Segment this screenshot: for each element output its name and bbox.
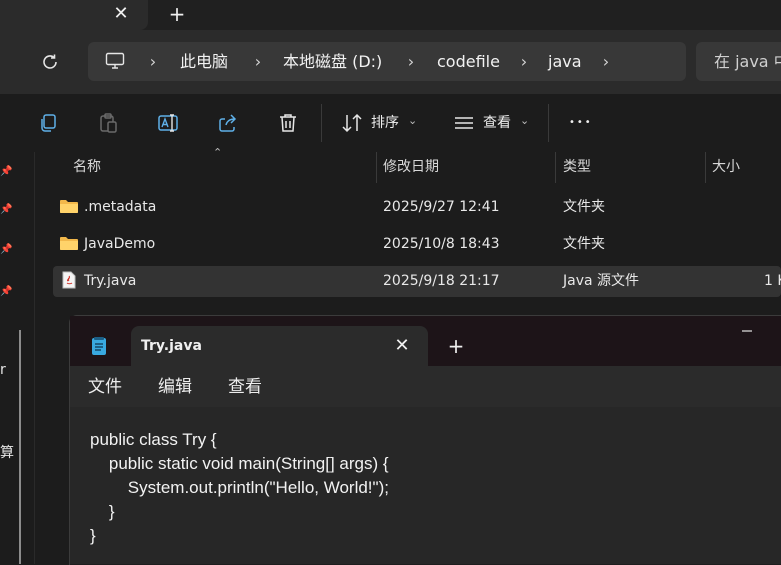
computer-icon — [105, 52, 125, 70]
toolbar-divider — [548, 104, 549, 142]
code-line: System.out.println("Hello, World!"); — [90, 478, 389, 497]
pin-icon: 📌 — [0, 166, 13, 177]
file-modified: 2025/9/27 12:41 — [383, 199, 500, 215]
code-line: } — [90, 502, 115, 521]
java-file-icon — [62, 271, 76, 289]
file-modified: 2025/9/18 21:17 — [383, 273, 500, 289]
nav-item-fragment[interactable]: r — [0, 362, 6, 378]
chevron-down-icon[interactable]: ⌄ — [520, 114, 529, 127]
paste-icon[interactable] — [96, 111, 120, 135]
address-bar[interactable] — [88, 42, 686, 81]
sort-button[interactable]: 排序 — [371, 113, 399, 133]
notepad-icon — [91, 336, 107, 356]
chevron-right-icon[interactable]: › — [518, 51, 530, 73]
toolbar-divider — [321, 104, 322, 142]
file-row[interactable]: .metadata 2025/9/27 12:41 文件夹 — [53, 192, 781, 223]
new-tab-button[interactable]: + — [166, 3, 188, 25]
column-divider[interactable] — [555, 152, 556, 183]
file-name: JavaDemo — [84, 236, 156, 252]
menu-file[interactable]: 文件 — [88, 376, 122, 398]
file-name: Try.java — [84, 273, 137, 289]
chevron-right-icon[interactable]: › — [600, 51, 612, 73]
folder-icon — [60, 199, 78, 213]
sort-ascending-icon: ⌃ — [213, 146, 223, 159]
column-divider[interactable] — [376, 152, 377, 183]
breadcrumb-this-pc[interactable]: 此电脑 — [180, 51, 228, 73]
view-button[interactable]: 查看 — [483, 113, 511, 133]
folder-icon — [60, 236, 78, 250]
rename-icon[interactable] — [156, 111, 180, 135]
column-header-size[interactable]: 大小 — [712, 158, 740, 176]
file-type: 文件夹 — [563, 236, 605, 252]
code-line: public class Try { — [90, 430, 217, 449]
column-header-modified[interactable]: 修改日期 — [383, 158, 439, 176]
column-header-type[interactable]: 类型 — [563, 158, 591, 176]
breadcrumb-java[interactable]: java — [548, 51, 582, 73]
file-type: Java 源文件 — [563, 273, 640, 289]
code-line: public static void main(String[] args) { — [90, 454, 389, 473]
column-header-name[interactable]: 名称 — [73, 158, 101, 176]
nav-item-fragment[interactable]: 算 — [0, 442, 14, 462]
close-icon[interactable]: ✕ — [110, 3, 132, 25]
file-name: .metadata — [84, 199, 157, 215]
menu-view[interactable]: 查看 — [228, 376, 262, 398]
notepad-tab-title: Try.java — [141, 338, 202, 354]
pin-icon: 📌 — [0, 204, 13, 215]
menu-edit[interactable]: 编辑 — [158, 376, 192, 398]
pin-icon: 📌 — [0, 286, 13, 297]
file-modified: 2025/10/8 18:43 — [383, 236, 500, 252]
file-size: 1 K — [764, 273, 781, 289]
new-tab-button[interactable]: + — [445, 335, 467, 357]
file-row[interactable]: JavaDemo 2025/10/8 18:43 文件夹 — [53, 229, 781, 260]
minimize-icon[interactable] — [740, 320, 754, 334]
copy-icon[interactable] — [36, 111, 60, 135]
search-placeholder: 在 java 中 — [714, 52, 781, 71]
chevron-right-icon[interactable]: › — [252, 51, 264, 73]
chevron-right-icon[interactable]: › — [147, 51, 159, 73]
view-icon[interactable] — [452, 111, 476, 135]
chevron-right-icon[interactable]: › — [405, 51, 417, 73]
more-options-button[interactable]: ••• — [569, 113, 593, 133]
breadcrumb-drive-d[interactable]: 本地磁盘 (D:) — [283, 51, 382, 73]
trash-icon[interactable] — [276, 111, 300, 135]
file-row-selected[interactable]: Try.java 2025/9/18 21:17 Java 源文件 1 K — [53, 266, 781, 297]
breadcrumb-codefile[interactable]: codefile — [437, 51, 500, 73]
close-icon[interactable]: ✕ — [392, 335, 412, 357]
pin-icon: 📌 — [0, 244, 13, 255]
scrollbar[interactable] — [19, 330, 21, 564]
sort-icon[interactable] — [340, 111, 364, 135]
refresh-icon[interactable] — [38, 50, 62, 74]
code-line: } — [90, 526, 96, 545]
share-icon[interactable] — [216, 111, 240, 135]
column-divider[interactable] — [705, 152, 706, 183]
chevron-down-icon[interactable]: ⌄ — [408, 114, 417, 127]
file-type: 文件夹 — [563, 199, 605, 215]
